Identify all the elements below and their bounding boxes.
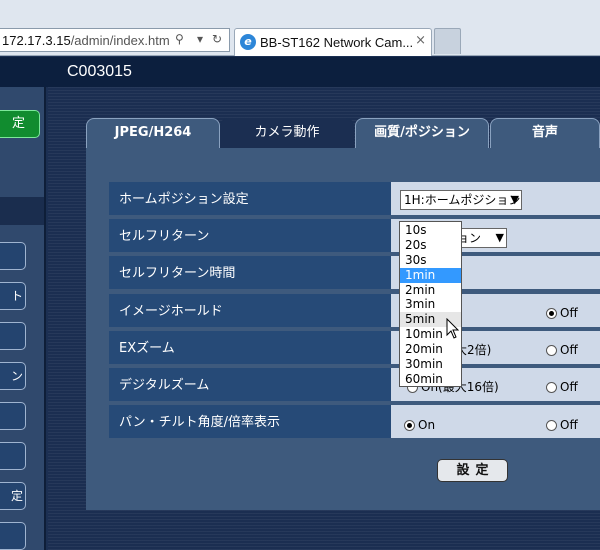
settings-tabs: JPEG/H264 カメラ動作 画質/ポジション 音声 — [86, 118, 600, 148]
dropdown-option[interactable]: 30min — [400, 357, 461, 372]
settings-row-ex-zoom: EXズーム 大2倍) Off — [109, 331, 600, 366]
settings-row-self-return: セルフリターン ョン ▼ — [109, 219, 600, 254]
radio-label: On — [418, 418, 436, 432]
radio-label: Off — [560, 380, 578, 394]
sidebar-item[interactable] — [0, 242, 26, 270]
row-label: デジタルズーム — [109, 368, 391, 403]
browser-chrome: 172.17.3.15/admin/index.htm ⚲ ▾ ↻ e BB-S… — [0, 0, 600, 56]
sidebar-item[interactable]: ン — [0, 362, 26, 390]
sidebar-item[interactable] — [0, 442, 26, 470]
radio-checked-icon — [404, 420, 415, 431]
tab-audio[interactable]: 音声 — [490, 118, 600, 148]
radio-label: Off — [560, 418, 578, 432]
close-tab-icon[interactable]: × — [415, 33, 426, 48]
radio-checked-icon — [546, 308, 557, 319]
radio-unchecked-icon — [546, 345, 557, 356]
sidebar-item[interactable] — [0, 322, 26, 350]
sidebar-item[interactable] — [0, 402, 26, 430]
row-value: On Off — [391, 405, 600, 440]
row-label: イメージホールド — [109, 294, 391, 329]
pan-tilt-off-radio[interactable]: Off — [546, 418, 578, 432]
address-host: 172.17.3.15 — [2, 33, 71, 48]
settings-row-digital-zoom: デジタルズーム On(最大16倍) Off — [109, 368, 600, 403]
settings-row-self-return-time: セルフリターン時間 — [109, 256, 600, 291]
browser-tab[interactable]: e BB-ST162 Network Cam... × — [234, 28, 432, 56]
dropdown-option[interactable]: 30s — [400, 253, 461, 268]
row-label: セルフリターン — [109, 219, 391, 254]
tab-jpeg-h264[interactable]: JPEG/H264 — [86, 118, 220, 148]
tab-camera-operation[interactable]: カメラ動作 — [220, 118, 354, 148]
address-bar[interactable]: 172.17.3.15/admin/index.htm ⚲ ▾ ↻ — [0, 28, 230, 52]
chevron-down-icon: ▼ — [495, 231, 504, 244]
row-label: パン・チルト角度/倍率表示 — [109, 405, 391, 440]
sidebar: 定 ト ン 定 — [0, 87, 46, 550]
camera-name: C003015 — [67, 63, 132, 80]
pan-tilt-on-radio[interactable]: On — [404, 418, 435, 432]
tab-title: BB-ST162 Network Cam... — [260, 35, 414, 50]
tab-image-position[interactable]: 画質/ポジション — [355, 118, 489, 148]
dropdown-arrow-icon[interactable]: ▾ — [197, 32, 203, 46]
settings-row-pan-tilt-display: パン・チルト角度/倍率表示 On Off — [109, 405, 600, 440]
sidebar-item[interactable] — [0, 522, 26, 550]
radio-unchecked-icon — [546, 382, 557, 393]
address-url[interactable]: 172.17.3.15/admin/index.htm — [2, 33, 170, 48]
sidebar-section-header — [0, 197, 44, 225]
chevron-down-icon: ▼ — [510, 193, 519, 206]
ie-icon: e — [240, 34, 256, 50]
mouse-cursor-icon — [446, 318, 460, 339]
dropdown-option[interactable]: 10s — [400, 223, 461, 238]
address-path: /admin/index.htm — [70, 33, 170, 48]
self-return-time-dropdown[interactable]: 10s 20s 30s 1min 2min 3min 5min 10min 20… — [399, 221, 462, 387]
dropdown-option[interactable]: 2min — [400, 283, 461, 298]
settings-row-home-position: ホームポジション設定 1H:ホームポジション ▼ — [109, 182, 600, 217]
new-tab-button[interactable] — [434, 28, 461, 54]
sidebar-item[interactable]: ト — [0, 282, 26, 310]
search-icon[interactable]: ⚲ — [175, 32, 184, 46]
dropdown-option[interactable]: 20s — [400, 238, 461, 253]
radio-label: Off — [560, 306, 578, 320]
setup-button[interactable]: 定 — [0, 110, 40, 138]
image-hold-off-radio[interactable]: Off — [546, 306, 578, 320]
home-position-select[interactable]: 1H:ホームポジション ▼ — [400, 190, 522, 210]
dropdown-option[interactable]: 60min — [400, 372, 461, 387]
digital-zoom-off-radio[interactable]: Off — [546, 380, 578, 394]
row-label: EXズーム — [109, 331, 391, 366]
row-value: 1H:ホームポジション ▼ — [391, 182, 600, 217]
ex-zoom-off-radio[interactable]: Off — [546, 343, 578, 357]
dropdown-option[interactable]: 3min — [400, 297, 461, 312]
row-label: ホームポジション設定 — [109, 182, 391, 217]
select-value: 1H:ホームポジション — [404, 193, 521, 207]
sidebar-item[interactable]: 定 — [0, 482, 26, 510]
dropdown-option-selected[interactable]: 1min — [400, 267, 461, 283]
radio-label: Off — [560, 343, 578, 357]
set-button[interactable]: 設定 — [437, 459, 508, 482]
settings-row-image-hold: イメージホールド Off — [109, 294, 600, 329]
dropdown-option[interactable]: 20min — [400, 342, 461, 357]
refresh-icon[interactable]: ↻ — [212, 32, 222, 46]
row-label: セルフリターン時間 — [109, 256, 391, 291]
radio-unchecked-icon — [546, 420, 557, 431]
app-header: C003015 — [0, 57, 600, 87]
